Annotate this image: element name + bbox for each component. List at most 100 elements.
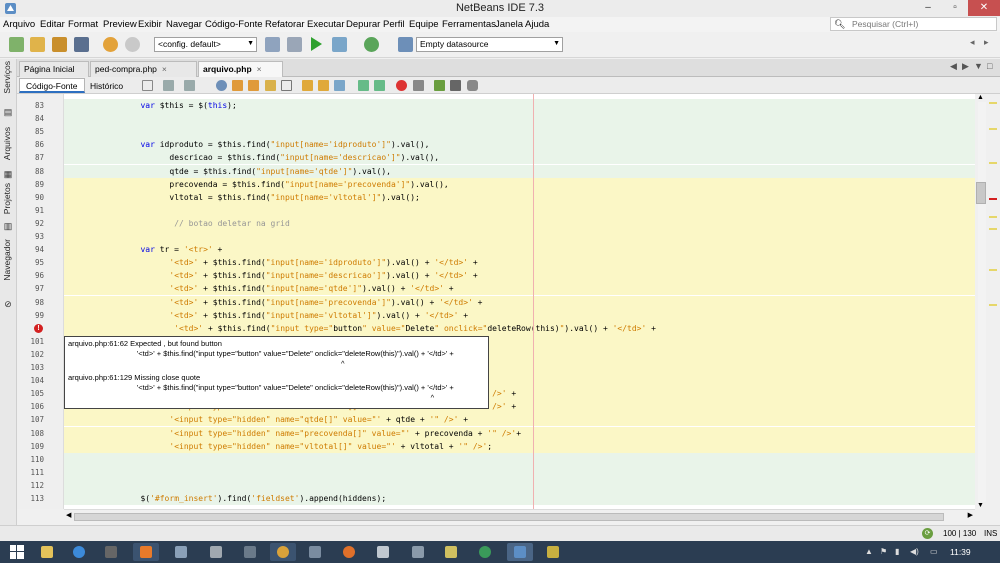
- close-tab-icon[interactable]: ×: [257, 64, 262, 74]
- scroll-right-icon[interactable]: ▶: [968, 511, 973, 519]
- scroll-track[interactable]: [978, 102, 986, 502]
- undo-icon[interactable]: [103, 37, 118, 52]
- tab-arquivo[interactable]: arquivo.php ×: [198, 61, 283, 77]
- error-stripe-mark[interactable]: [989, 162, 997, 164]
- error-icon[interactable]: !: [34, 323, 43, 333]
- menu-preview[interactable]: Preview: [103, 19, 137, 30]
- taskbar-app6[interactable]: [203, 543, 229, 561]
- maximize-editor-icon[interactable]: □: [987, 61, 992, 71]
- code-line[interactable]: qtde = $this.find("input[name='qtde']").…: [64, 164, 975, 178]
- find-icon[interactable]: [216, 80, 227, 91]
- error-stripe-mark[interactable]: [989, 128, 997, 130]
- taskbar-explorer[interactable]: [34, 543, 60, 561]
- debug-icon[interactable]: [332, 37, 347, 52]
- error-stripe-mark[interactable]: [989, 269, 997, 271]
- tab-scroll-left-icon[interactable]: ◀: [950, 61, 957, 72]
- code-editor[interactable]: 83 84 85 86 87 88 89 90 91 92 93 94 95 96 97 98 99! 101 10…: [17, 94, 975, 509]
- config-select[interactable]: <config. default> ▼: [154, 37, 257, 52]
- error-stripe-mark[interactable]: [989, 228, 997, 230]
- build-icon[interactable]: [265, 37, 280, 52]
- tray-expand-icon[interactable]: ▲: [865, 547, 873, 556]
- error-stripe-mark[interactable]: [989, 102, 997, 104]
- taskbar-media[interactable]: [133, 543, 159, 561]
- tray-app-icon[interactable]: ⚑: [880, 547, 887, 556]
- toggle-highlight-icon[interactable]: [265, 80, 276, 91]
- view-source-button[interactable]: Código-Fonte: [19, 78, 85, 93]
- taskbar-app13[interactable]: [438, 543, 464, 561]
- menu-arquivo[interactable]: Arquivo: [3, 19, 35, 30]
- find-previous-icon[interactable]: [232, 80, 243, 91]
- code-line[interactable]: // botao deletar na grid: [64, 216, 975, 230]
- new-file-icon[interactable]: [9, 37, 24, 52]
- taskbar-tool[interactable]: [98, 543, 124, 561]
- save-all-icon[interactable]: [74, 37, 89, 52]
- minimize-button[interactable]: –: [915, 0, 941, 16]
- code-line[interactable]: [64, 230, 975, 243]
- forward-icon[interactable]: [184, 80, 195, 91]
- scroll-up-icon[interactable]: ▲: [977, 94, 984, 101]
- find-next-icon[interactable]: [248, 80, 259, 91]
- start-macro-icon[interactable]: [396, 80, 407, 91]
- scroll-down-icon[interactable]: ▼: [977, 502, 984, 509]
- taskbar-chrome[interactable]: [270, 543, 296, 561]
- side-tab-navegador[interactable]: Navegador ⊘: [0, 239, 17, 311]
- scroll-thumb[interactable]: [976, 182, 986, 204]
- error-stripe-mark[interactable]: [989, 198, 997, 200]
- check-file-icon[interactable]: [434, 80, 445, 91]
- menu-equipe[interactable]: Equipe: [409, 19, 439, 30]
- error-stripe-mark[interactable]: [989, 304, 997, 306]
- menu-perfil[interactable]: Perfil: [383, 19, 405, 30]
- close-tab-icon[interactable]: ×: [162, 64, 167, 74]
- horizontal-scrollbar[interactable]: ◀ ▶: [64, 509, 975, 523]
- menu-depurar[interactable]: Depurar: [346, 19, 380, 30]
- run-icon[interactable]: [311, 37, 322, 51]
- code-line[interactable]: precovenda = $this.find("input[name='pre…: [64, 177, 975, 191]
- code-line[interactable]: '<input type="hidden" name="vltotal[]" v…: [64, 439, 975, 453]
- code-line[interactable]: var idproduto = $this.find("input[name='…: [64, 138, 975, 152]
- start-button[interactable]: [6, 543, 28, 561]
- taskbar-ie[interactable]: [66, 543, 92, 561]
- code-line[interactable]: [64, 125, 975, 139]
- previous-bookmark-icon[interactable]: [302, 80, 313, 91]
- datasource-select[interactable]: Empty datasource ▼: [416, 37, 563, 52]
- next-bookmark-icon[interactable]: [318, 80, 329, 91]
- toggle-bookmark-icon[interactable]: [334, 80, 345, 91]
- code-line[interactable]: [64, 203, 975, 217]
- side-tab-projetos[interactable]: Projetos ▥: [0, 183, 17, 233]
- code-line[interactable]: '<td>' + $this.find("input[name='qtde']"…: [64, 282, 975, 296]
- code-line[interactable]: '<input type="hidden" name="qtde[]" valu…: [64, 413, 975, 427]
- last-edit-icon[interactable]: [142, 80, 153, 91]
- profile-icon[interactable]: [364, 37, 379, 52]
- taskbar-app12[interactable]: [405, 543, 431, 561]
- code-line[interactable]: $('#form_insert').find('fieldset').appen…: [64, 492, 975, 505]
- menu-navegar[interactable]: Navegar: [166, 19, 202, 30]
- toggle-rect-select-icon[interactable]: [281, 80, 292, 91]
- search-input[interactable]: 🔍︎ Pesquisar (Ctrl+I): [830, 17, 997, 31]
- open-project-icon[interactable]: [52, 37, 67, 52]
- stop-macro-icon[interactable]: [413, 80, 424, 91]
- menu-codigo-fonte[interactable]: Código-Fonte: [205, 19, 263, 30]
- datasource-icon[interactable]: [398, 37, 413, 52]
- menu-ajuda[interactable]: Ajuda: [525, 19, 549, 30]
- close-button[interactable]: ✕: [968, 0, 1000, 16]
- taskbar-app16[interactable]: [540, 543, 566, 561]
- code-line[interactable]: descricao = $this.find("input[name='desc…: [64, 151, 975, 165]
- code-line[interactable]: [64, 112, 975, 126]
- comment-icon[interactable]: [450, 80, 461, 91]
- toolbar-scroll-left-icon[interactable]: ◂: [970, 37, 980, 52]
- menu-executar[interactable]: Executar: [307, 19, 345, 30]
- taskbar-firefox[interactable]: [336, 543, 362, 561]
- menu-janela[interactable]: Janela: [495, 19, 523, 30]
- redo-icon[interactable]: [125, 37, 140, 52]
- view-history-button[interactable]: Histórico: [83, 78, 130, 93]
- menu-ferramentas[interactable]: Ferramentas: [442, 19, 496, 30]
- menu-refatorar[interactable]: Refatorar: [265, 19, 305, 30]
- code-line[interactable]: '<td>' + $this.find("input[name='descric…: [64, 269, 975, 283]
- tab-ped-compra[interactable]: ped-compra.php ×: [90, 61, 197, 77]
- battery-icon[interactable]: ▭: [930, 547, 938, 556]
- code-line[interactable]: '<td>' + $this.find("input[name='idprodu…: [64, 256, 975, 270]
- notifications-icon[interactable]: ⟳: [922, 528, 933, 539]
- shift-right-icon[interactable]: [374, 80, 385, 91]
- code-line[interactable]: var tr = '<tr>' +: [64, 243, 975, 257]
- side-tab-arquivos[interactable]: Arquivos ▦: [0, 127, 17, 179]
